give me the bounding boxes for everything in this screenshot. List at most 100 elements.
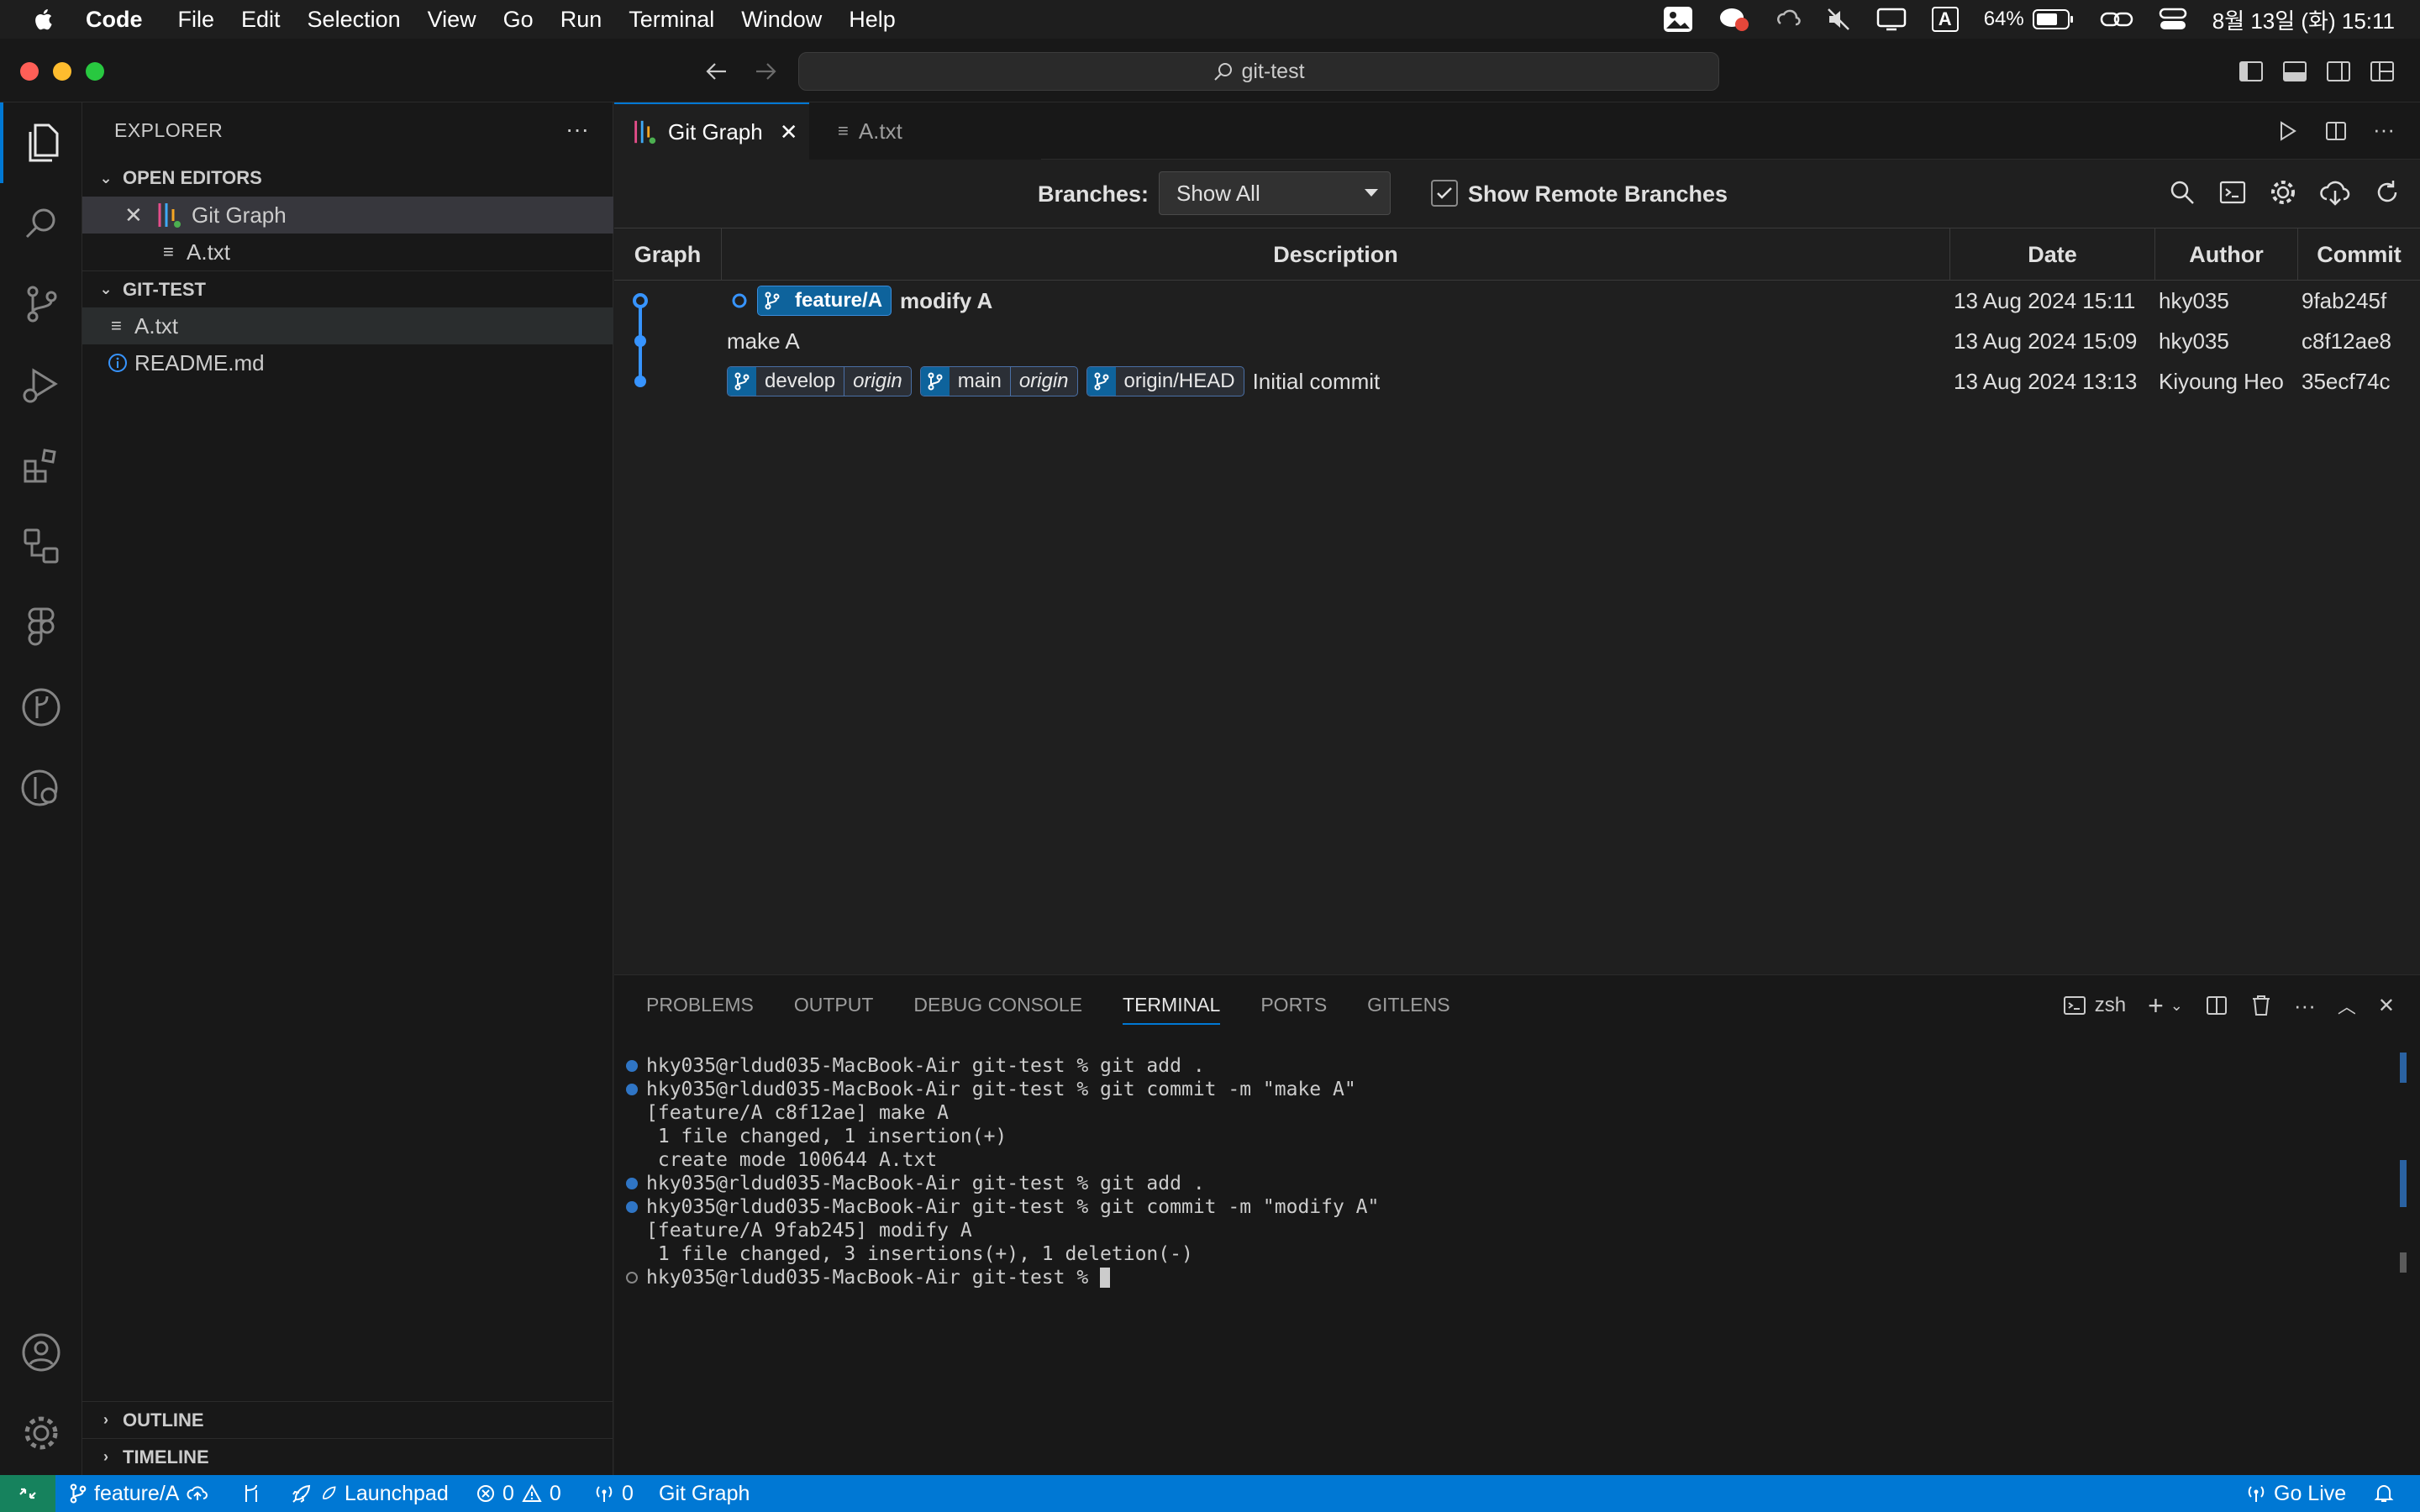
close-icon[interactable]: ✕: [124, 202, 151, 228]
commit-row[interactable]: feature/A modify A 13 Aug 2024 15:11 hky…: [614, 281, 2420, 321]
photos-icon[interactable]: [1663, 6, 1693, 33]
find-icon[interactable]: [2168, 178, 2196, 207]
commit-row[interactable]: develop origin main origin origin/HEAD I…: [614, 361, 2420, 402]
timeline-header[interactable]: › TIMELINE: [82, 1438, 613, 1475]
tab-output[interactable]: OUTPUT: [794, 994, 874, 1025]
git-graph-status[interactable]: Git Graph: [659, 1475, 750, 1512]
refresh-icon[interactable]: [2373, 178, 2402, 207]
menu-window[interactable]: Window: [741, 7, 822, 33]
activity-gitlens[interactable]: [0, 748, 82, 828]
settings-icon[interactable]: [2269, 178, 2297, 207]
menu-view[interactable]: View: [428, 7, 476, 33]
column-graph[interactable]: Graph: [614, 228, 722, 281]
terminal-scrollbar-marker[interactable]: [2400, 1252, 2407, 1273]
creative-cloud-icon[interactable]: [1776, 7, 1801, 32]
tab-ports[interactable]: PORTS: [1260, 994, 1327, 1025]
toggle-secondary-sidebar-icon[interactable]: [2326, 59, 2351, 84]
tab-git-graph[interactable]: Git Graph ✕: [614, 102, 809, 160]
publish-cloud-icon[interactable]: [186, 1483, 209, 1504]
more-actions-icon[interactable]: ···: [2373, 118, 2395, 143]
display-icon[interactable]: [1876, 7, 1907, 32]
column-author[interactable]: Author: [2155, 228, 2298, 281]
open-editor-a-txt[interactable]: ≡ A.txt: [82, 234, 613, 270]
zoom-window-button[interactable]: [86, 62, 104, 81]
back-arrow-icon[interactable]: [702, 57, 731, 86]
column-date[interactable]: Date: [1950, 228, 2155, 281]
run-icon[interactable]: [2275, 119, 2299, 143]
tab-terminal[interactable]: TERMINAL: [1123, 994, 1221, 1025]
activity-remote-explorer[interactable]: [0, 506, 82, 586]
notifications-status[interactable]: [2373, 1475, 2395, 1512]
commit-row[interactable]: make A 13 Aug 2024 15:09 hky035 c8f12ae8: [614, 321, 2420, 361]
file-readme[interactable]: README.md: [82, 344, 613, 381]
more-actions-icon[interactable]: ···: [2294, 995, 2316, 1016]
close-panel-icon[interactable]: ✕: [2378, 994, 2395, 1018]
activity-figma[interactable]: [0, 586, 82, 667]
control-center-icon[interactable]: [2159, 8, 2187, 31]
branch-ref-label[interactable]: main origin: [919, 366, 1078, 396]
chat-notification-icon[interactable]: [1718, 6, 1750, 33]
more-actions-icon[interactable]: ···: [566, 116, 589, 143]
link-icon[interactable]: [2100, 8, 2133, 31]
menu-edit[interactable]: Edit: [241, 7, 281, 33]
command-center-search[interactable]: git-test: [798, 52, 1719, 91]
launchpad-status[interactable]: Launchpad: [291, 1475, 449, 1512]
maximize-panel-icon[interactable]: ︿: [2338, 992, 2356, 1019]
menu-help[interactable]: Help: [849, 7, 896, 33]
split-editor-icon[interactable]: [2324, 119, 2348, 143]
menu-app-code[interactable]: Code: [86, 7, 143, 33]
file-a-txt[interactable]: ≡ A.txt: [82, 307, 613, 344]
input-source-icon[interactable]: A: [1931, 7, 1959, 32]
open-editors-header[interactable]: ⌄ OPEN EDITORS: [82, 160, 613, 197]
tab-a-txt[interactable]: ≡ A.txt: [809, 102, 1041, 160]
minimize-window-button[interactable]: [53, 62, 71, 81]
menu-terminal[interactable]: Terminal: [629, 7, 714, 33]
branch-ref-label[interactable]: origin/HEAD: [1086, 366, 1244, 396]
menu-file[interactable]: File: [178, 7, 215, 33]
activity-accounts[interactable]: [0, 1312, 82, 1393]
open-editor-git-graph[interactable]: ✕ Git Graph: [82, 197, 613, 234]
mute-icon[interactable]: [1826, 7, 1851, 32]
column-commit[interactable]: Commit: [2298, 228, 2420, 281]
split-terminal-icon[interactable]: [2205, 994, 2228, 1017]
terminal-scrollbar-marker[interactable]: [2400, 1160, 2407, 1207]
branches-dropdown[interactable]: Show All: [1159, 171, 1391, 215]
customize-layout-icon[interactable]: [2370, 59, 2395, 84]
toggle-panel-icon[interactable]: [2282, 59, 2307, 84]
terminal-shell-selector[interactable]: zsh: [2063, 994, 2126, 1017]
close-tab-icon[interactable]: ✕: [780, 119, 798, 145]
folder-header[interactable]: ⌄ GIT-TEST: [82, 270, 613, 307]
tab-problems[interactable]: PROBLEMS: [646, 994, 754, 1025]
terminal-icon[interactable]: [2218, 178, 2247, 207]
column-description[interactable]: Description: [722, 228, 1950, 281]
terminal-scrollbar-marker[interactable]: [2400, 1053, 2407, 1083]
activity-extensions[interactable]: [0, 425, 82, 506]
show-remote-branches-label[interactable]: Show Remote Branches: [1468, 181, 1728, 207]
show-remote-branches-checkbox[interactable]: [1431, 180, 1458, 207]
branch-status[interactable]: feature/A: [69, 1475, 209, 1512]
menu-run[interactable]: Run: [560, 7, 602, 33]
battery-icon[interactable]: [2032, 8, 2075, 30]
activity-explorer[interactable]: [0, 102, 82, 183]
menu-go[interactable]: Go: [503, 7, 534, 33]
menu-selection[interactable]: Selection: [308, 7, 401, 33]
tab-gitlens[interactable]: GITLENS: [1367, 994, 1449, 1025]
branch-ref-label[interactable]: develop origin: [727, 366, 912, 396]
forward-arrow-icon[interactable]: [751, 57, 780, 86]
toggle-primary-sidebar-icon[interactable]: [2238, 59, 2264, 84]
chevron-down-icon[interactable]: ⌄: [2170, 997, 2183, 1015]
branch-ref-label[interactable]: feature/A: [757, 286, 892, 316]
outline-header[interactable]: › OUTLINE: [82, 1401, 613, 1438]
go-live-status[interactable]: Go Live: [2245, 1475, 2346, 1512]
activity-search[interactable]: [0, 183, 82, 264]
ports-status[interactable]: 0: [593, 1475, 634, 1512]
activity-source-control[interactable]: [0, 264, 82, 344]
terminal-output[interactable]: hky035@rldud035-MacBook-Air git-test % g…: [626, 1054, 1379, 1289]
remote-indicator[interactable]: [0, 1475, 55, 1512]
trash-icon[interactable]: [2250, 994, 2272, 1017]
new-terminal-icon[interactable]: +: [2148, 992, 2164, 1019]
activity-manage[interactable]: [0, 1393, 82, 1473]
git-graph-status-icon[interactable]: [240, 1475, 262, 1512]
close-window-button[interactable]: [20, 62, 39, 81]
fetch-cloud-icon[interactable]: [2319, 178, 2351, 207]
